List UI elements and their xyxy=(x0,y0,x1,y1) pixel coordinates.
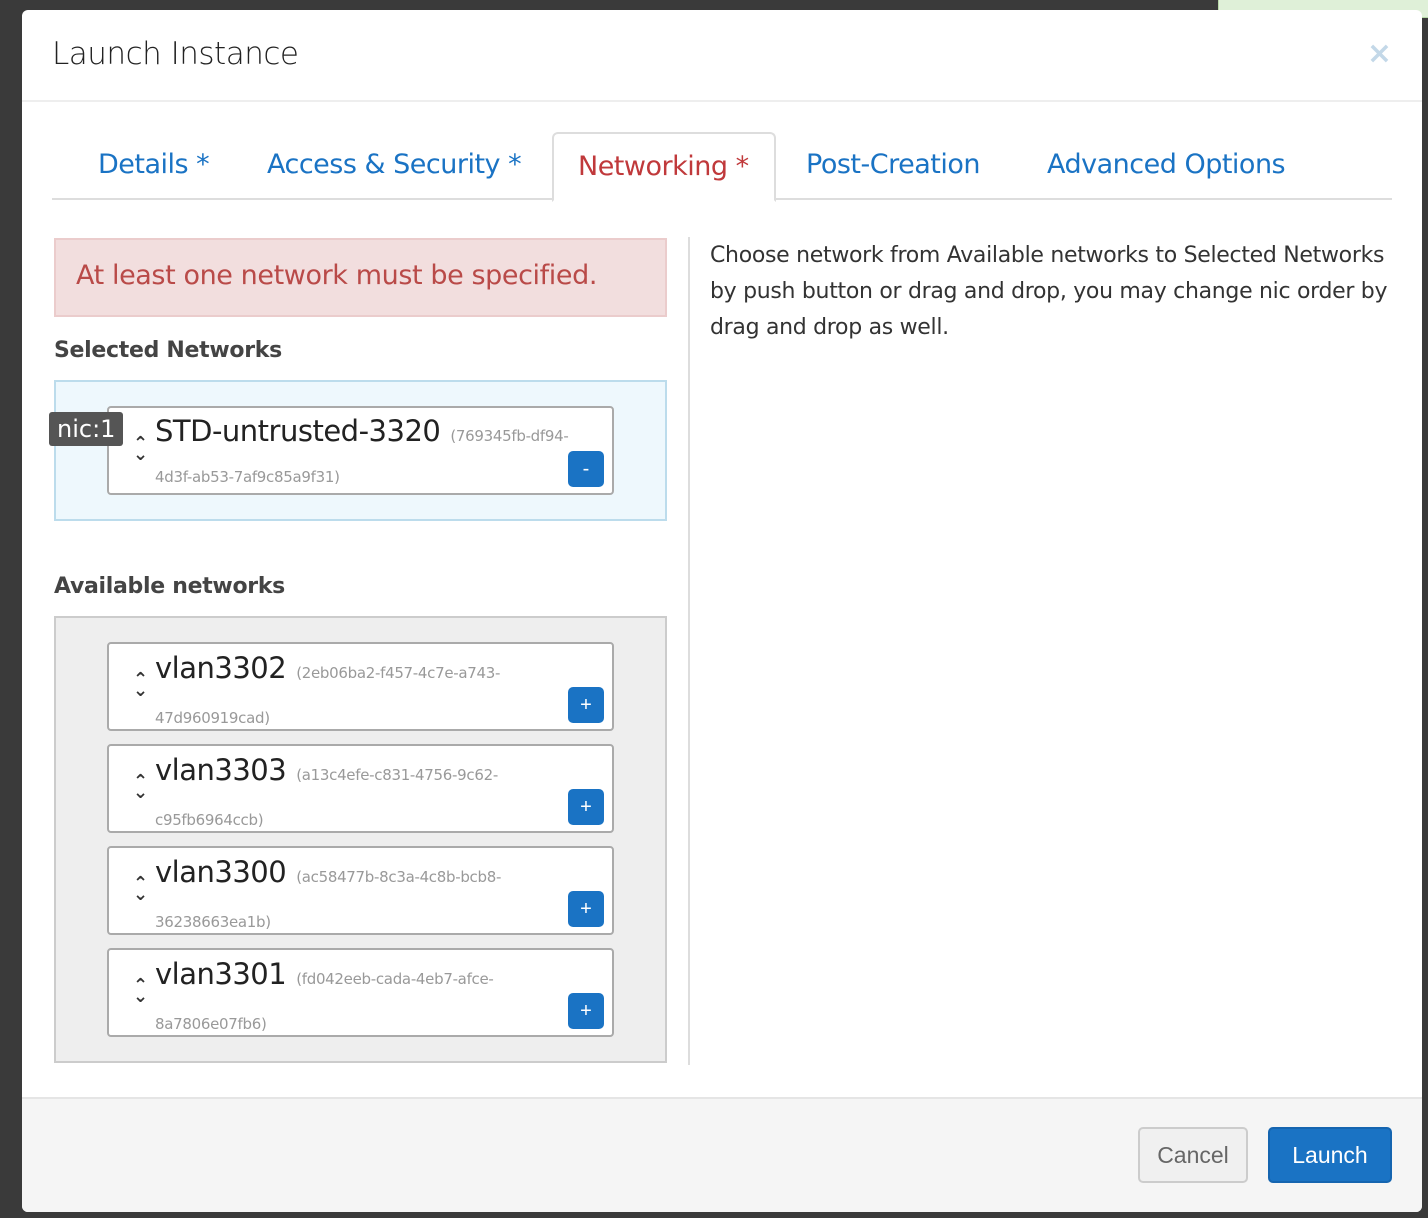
wizard-tabs: Details * Access & Security * Networking… xyxy=(52,132,1392,202)
network-name: vlan3302 xyxy=(155,651,287,685)
network-name: vlan3301 xyxy=(155,957,287,991)
modal-header: Launch Instance × xyxy=(22,10,1422,102)
tab-advanced-options[interactable]: Advanced Options xyxy=(1027,132,1305,200)
selected-networks-list[interactable]: nic:1 ⌃ ⌄ STD-untrusted-3320 (769345fb-df9… xyxy=(49,380,667,521)
network-name: vlan3300 xyxy=(155,855,287,889)
column-divider xyxy=(688,237,690,1065)
tab-post-creation[interactable]: Post-Creation xyxy=(786,132,1000,200)
modal-footer: Cancel Launch xyxy=(22,1097,1422,1212)
remove-network-button[interactable]: - xyxy=(568,451,604,487)
error-alert: At least one network must be specified. xyxy=(54,238,667,317)
tab-details[interactable]: Details * xyxy=(78,132,229,200)
available-network-item[interactable]: ⌃ ⌄ vlan3302 (2eb06ba2-f457-4c7e-a743-47d9… xyxy=(107,642,614,731)
network-name: vlan3303 xyxy=(155,753,287,787)
add-network-button[interactable]: + xyxy=(568,789,604,825)
drag-handle-icon[interactable]: ⌃ ⌄ xyxy=(133,977,148,1006)
available-networks-list[interactable]: ⌃ ⌄ vlan3302 (2eb06ba2-f457-4c7e-a743-47d9… xyxy=(54,616,667,1063)
modal-title: Launch Instance xyxy=(52,36,299,72)
close-icon[interactable]: × xyxy=(1367,36,1392,71)
launch-instance-modal: Launch Instance × Details * Access & Sec… xyxy=(22,10,1422,1212)
selected-networks-heading: Selected Networks xyxy=(54,338,282,363)
drag-handle-icon[interactable]: ⌃ ⌄ xyxy=(133,773,148,802)
available-network-item[interactable]: ⌃ ⌄ vlan3303 (a13c4efe-c831-4756-9c62-c95f… xyxy=(107,744,614,833)
launch-button[interactable]: Launch xyxy=(1268,1127,1392,1183)
tab-networking[interactable]: Networking * xyxy=(552,132,776,202)
drag-handle-icon[interactable]: ⌃ ⌄ xyxy=(133,875,148,904)
add-network-button[interactable]: + xyxy=(568,993,604,1029)
network-name: STD-untrusted-3320 xyxy=(155,414,441,448)
help-text: Choose network from Available networks t… xyxy=(710,243,1388,340)
add-network-button[interactable]: + xyxy=(568,687,604,723)
available-network-item[interactable]: ⌃ ⌄ vlan3301 (fd042eeb-cada-4eb7-afce-8a78… xyxy=(107,948,614,1037)
selected-network-item[interactable]: nic:1 ⌃ ⌄ STD-untrusted-3320 (769345fb-df9… xyxy=(49,406,614,495)
nic-badge: nic:1 xyxy=(49,412,124,446)
add-network-button[interactable]: + xyxy=(568,891,604,927)
cancel-button[interactable]: Cancel xyxy=(1138,1127,1248,1183)
drag-handle-icon[interactable]: ⌃ ⌄ xyxy=(133,671,148,700)
available-network-item[interactable]: ⌃ ⌄ vlan3300 (ac58477b-8c3a-4c8b-bcb8-3623… xyxy=(107,846,614,935)
drag-handle-icon[interactable]: ⌃ ⌄ xyxy=(133,435,148,464)
tab-access-security[interactable]: Access & Security * xyxy=(247,132,541,200)
available-networks-heading: Available networks xyxy=(54,574,285,599)
